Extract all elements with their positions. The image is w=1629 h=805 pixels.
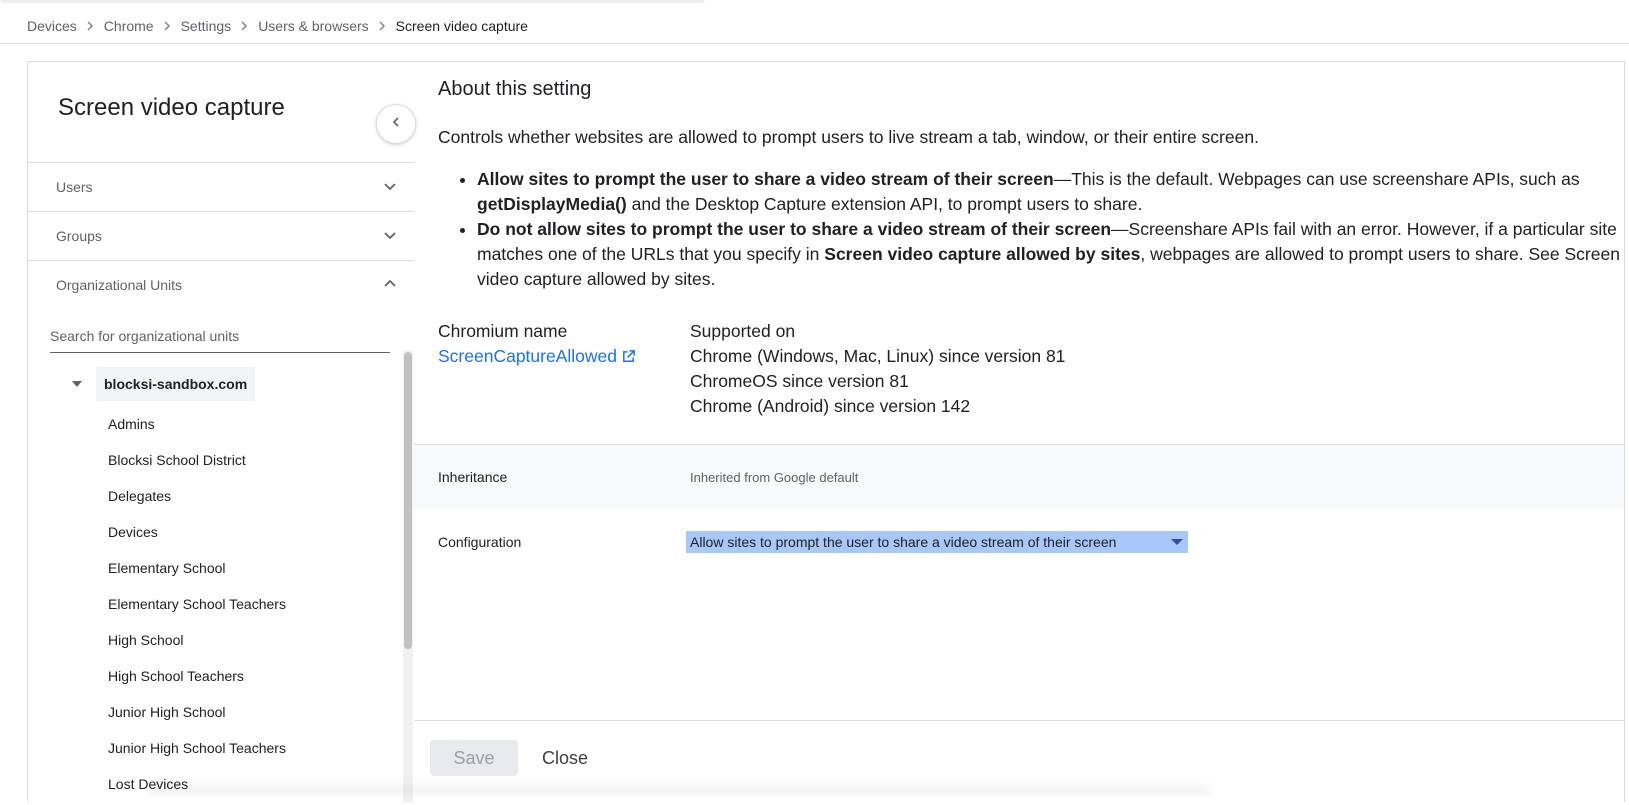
org-unit-item[interactable]: Blocksi School District (108, 445, 286, 481)
option-allow-text-2: and the Desktop Capture extension API, t… (626, 194, 1143, 214)
org-unit-item[interactable]: Devices (108, 517, 286, 553)
breadcrumb-users-browsers[interactable]: Users & browsers (258, 18, 368, 34)
panel-title: Screen video capture (58, 94, 285, 121)
groups-section[interactable]: Groups (28, 211, 415, 260)
breadcrumb-current: Screen video capture (395, 18, 528, 34)
org-unit-search-input[interactable] (50, 328, 390, 344)
breadcrumb-settings[interactable]: Settings (181, 18, 232, 34)
breadcrumb: Devices Chrome Settings Users & browsers… (27, 0, 528, 52)
supported-on-item: Chrome (Android) since version 142 (690, 396, 971, 416)
chevron-up-icon (381, 275, 399, 298)
option-bullet-deny: Do not allow sites to prompt the user to… (477, 217, 1629, 292)
chevron-left-icon (390, 115, 402, 133)
chevron-right-icon (241, 21, 248, 31)
option-allow-text: —This is the default. Webpages can use s… (1053, 169, 1580, 189)
org-unit-item[interactable]: Elementary School (108, 553, 286, 589)
inheritance-value: Inherited from Google default (690, 470, 859, 485)
chevron-right-icon (379, 21, 386, 31)
users-section[interactable]: Users (28, 162, 415, 211)
configuration-select[interactable]: Allow sites to prompt the user to share … (686, 531, 1188, 553)
open-in-new-icon (621, 349, 636, 364)
breadcrumb-devices[interactable]: Devices (27, 18, 77, 34)
org-units-section[interactable]: Organizational Units (28, 260, 415, 309)
supported-on-item: ChromeOS since version 81 (690, 371, 909, 391)
chevron-down-icon (381, 226, 399, 249)
chevron-down-icon (381, 177, 399, 200)
configuration-selected-value: Allow sites to prompt the user to share … (690, 534, 1117, 550)
option-deny-title: Do not allow sites to prompt the user to… (477, 219, 1112, 239)
chevron-right-icon (87, 21, 94, 31)
bottom-shadow (150, 782, 1210, 794)
inheritance-label: Inheritance (438, 469, 508, 485)
org-unit-item[interactable]: High School Teachers (108, 661, 286, 697)
chromium-name-text: ScreenCaptureAllowed (438, 346, 617, 366)
org-units-section-label: Organizational Units (56, 277, 183, 293)
related-setting-name: Screen video capture allowed by sites (824, 244, 1141, 264)
users-section-label: Users (56, 179, 93, 195)
save-button[interactable]: Save (430, 740, 518, 776)
org-unit-item[interactable]: Delegates (108, 481, 286, 517)
org-unit-item[interactable]: Admins (108, 409, 286, 445)
option-allow-title: Allow sites to prompt the user to share … (477, 169, 1054, 189)
tree-root-label[interactable]: blocksi-sandbox.com (96, 367, 256, 401)
chromium-name-link[interactable]: ScreenCaptureAllowed (438, 344, 636, 369)
breadcrumb-chrome[interactable]: Chrome (104, 18, 154, 34)
chromium-name-block: Chromium name ScreenCaptureAllowed (438, 319, 636, 369)
supported-on-item: Chrome (Windows, Mac, Linux) since versi… (690, 346, 1066, 366)
tree-root: blocksi-sandbox.com (72, 367, 256, 401)
org-unit-search (50, 328, 390, 353)
setting-description: Controls whether websites are allowed to… (438, 127, 1259, 147)
dropdown-arrow-icon (1171, 539, 1183, 545)
chromium-name-label: Chromium name (438, 321, 568, 341)
configuration-label: Configuration (438, 534, 522, 550)
org-unit-item[interactable]: High School (108, 625, 286, 661)
expand-caret-icon[interactable] (72, 381, 82, 387)
footer-divider (414, 720, 1624, 721)
supported-on-block: Supported on Chrome (Windows, Mac, Linux… (690, 319, 1065, 419)
api-name: getDisplayMedia() (477, 194, 627, 214)
groups-section-label: Groups (56, 228, 102, 244)
header-divider (0, 43, 1629, 44)
org-unit-item[interactable]: Elementary School Teachers (108, 589, 286, 625)
close-button[interactable]: Close (538, 740, 592, 776)
org-unit-item[interactable]: Junior High School (108, 697, 286, 733)
org-unit-list: Admins Blocksi School District Delegates… (108, 409, 286, 805)
about-title: About this setting (438, 78, 592, 100)
chevron-right-icon (164, 21, 171, 31)
org-unit-item[interactable]: Junior High School Teachers (108, 733, 286, 769)
scrollbar-thumb[interactable] (404, 352, 412, 649)
option-bullet-allow: Allow sites to prompt the user to share … (477, 167, 1629, 217)
setting-options-list: Allow sites to prompt the user to share … (438, 167, 1629, 292)
inheritance-row: Inheritance Inherited from Google defaul… (414, 444, 1624, 509)
org-unit-panel: Screen video capture Users Groups Organi… (27, 61, 416, 802)
setting-detail-panel: About this setting Controls whether webs… (414, 61, 1625, 802)
collapse-panel-button[interactable] (376, 104, 416, 144)
supported-on-label: Supported on (690, 321, 796, 341)
